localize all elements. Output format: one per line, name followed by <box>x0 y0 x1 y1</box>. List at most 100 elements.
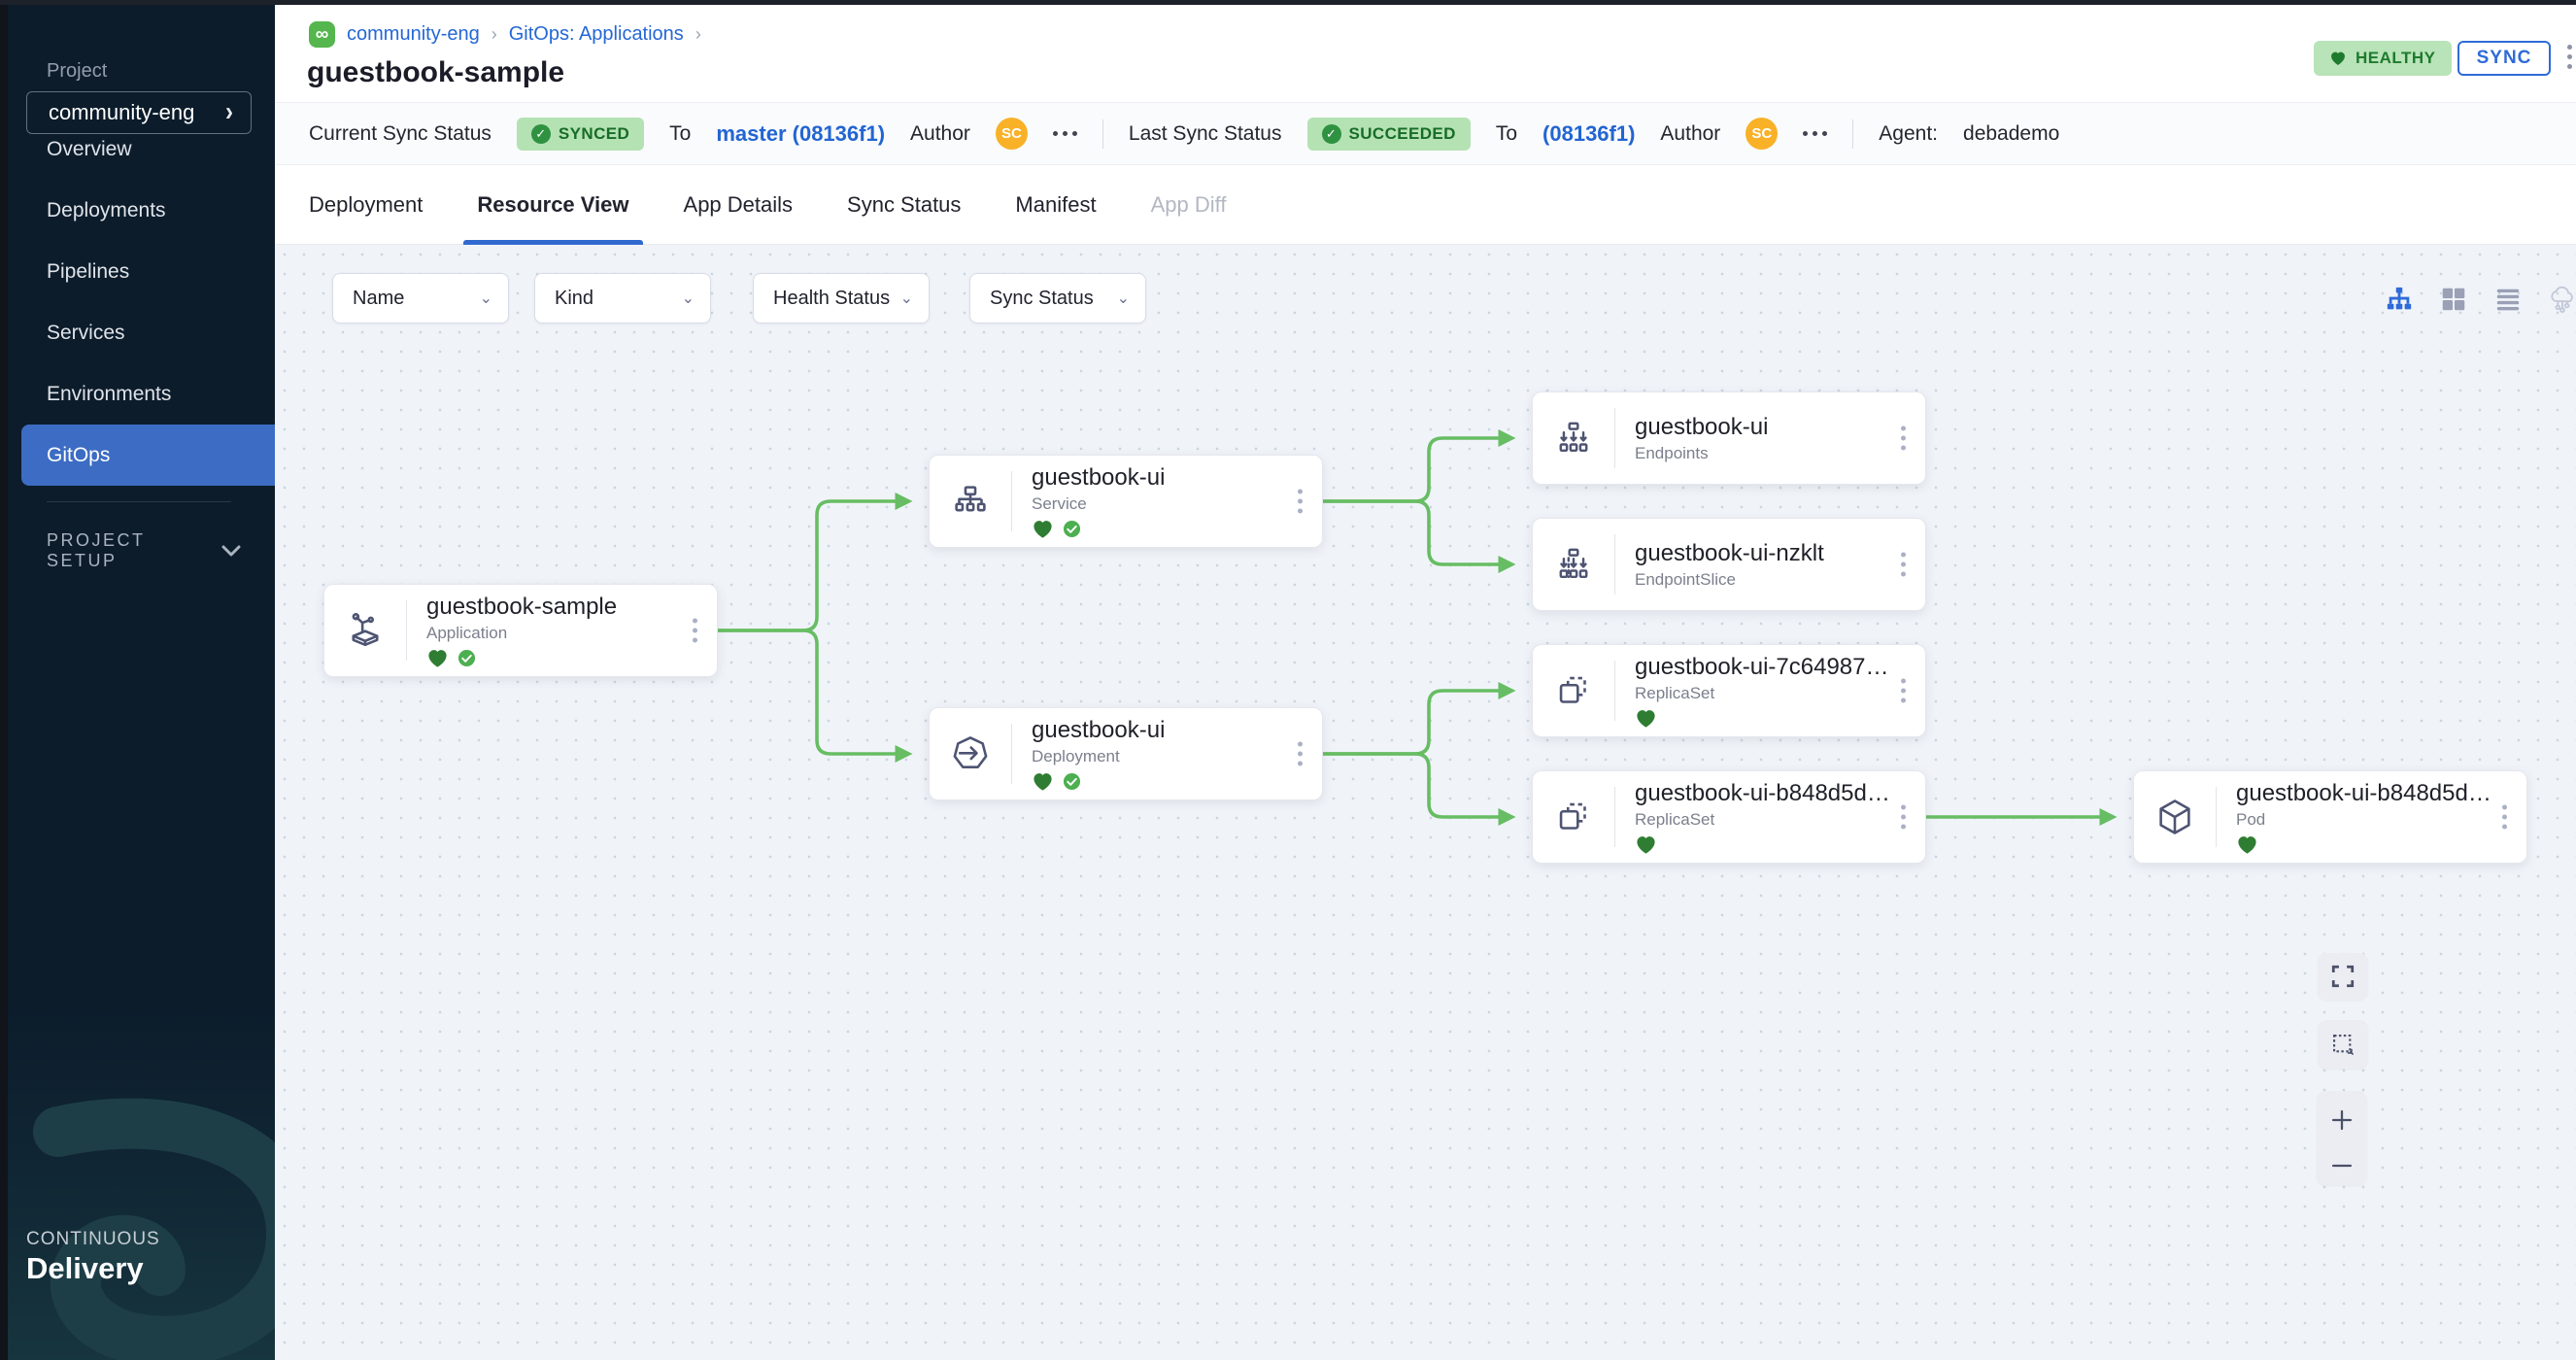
filter-sync-status[interactable]: Sync Status ⌄ <box>969 273 1146 323</box>
view-toggles <box>2385 285 2576 314</box>
node-replicaset-7c64987dc9[interactable]: guestbook-ui-7c64987dc9 ReplicaSet <box>1532 644 1926 737</box>
tab-sync-status[interactable]: Sync Status <box>847 166 961 245</box>
breadcrumb: ∞ community-eng › GitOps: Applications › <box>309 21 701 48</box>
sync-button[interactable]: SYNC <box>2457 41 2551 76</box>
tab-manifest[interactable]: Manifest <box>1015 166 1096 245</box>
node-menu-kebab[interactable] <box>1897 801 1910 833</box>
project-setup-toggle[interactable]: PROJECT SETUP <box>47 530 241 571</box>
sidebar-item-environments[interactable]: Environments <box>0 363 275 425</box>
node-menu-kebab[interactable] <box>1897 423 1910 455</box>
node-kind: Application <box>426 624 717 643</box>
list-view-icon[interactable] <box>2493 285 2523 314</box>
marquee-select-button[interactable] <box>2318 1020 2368 1069</box>
author-avatar[interactable]: SC <box>996 118 1028 150</box>
node-deployment[interactable]: guestbook-ui Deployment <box>929 707 1323 800</box>
sidebar-item-overview[interactable]: Overview <box>0 119 275 180</box>
zoom-controls <box>2317 1091 2367 1185</box>
tab-app-diff: App Diff <box>1151 166 1227 245</box>
tab-app-details[interactable]: App Details <box>684 166 794 245</box>
check-circle-icon: ✓ <box>1322 124 1341 144</box>
tab-resource-view[interactable]: Resource View <box>477 166 628 245</box>
chevron-down-icon: ⌄ <box>1117 289 1130 308</box>
sidebar-nav: Overview Deployments Pipelines Services … <box>0 119 275 486</box>
grid-view-icon[interactable] <box>2439 285 2468 314</box>
replicaset-icon <box>1533 668 1614 713</box>
chevron-down-icon <box>221 545 241 557</box>
node-application[interactable]: guestbook-sample Application <box>323 584 718 677</box>
synced-check-icon <box>1062 519 1082 539</box>
resource-graph-canvas[interactable]: Name ⌄ Kind ⌄ Health Status ⌄ Sync Statu… <box>275 245 2576 1360</box>
sidebar-item-gitops[interactable]: GitOps <box>21 425 275 486</box>
synced-check-icon <box>1062 771 1082 792</box>
health-status-badge[interactable]: HEALTHY <box>2314 41 2452 76</box>
breadcrumb-applications-link[interactable]: GitOps: Applications <box>509 23 684 46</box>
chevron-down-icon: ⌄ <box>480 289 492 308</box>
sidebar-divider <box>47 501 231 502</box>
node-pod[interactable]: guestbook-ui-b848d5d9... Pod <box>2133 770 2527 864</box>
node-service[interactable]: guestbook-ui Service <box>929 455 1323 548</box>
zoom-in-icon[interactable] <box>2329 1107 2355 1133</box>
node-title: guestbook-ui-b848d5d9... <box>2236 780 2526 807</box>
node-kind: Deployment <box>1032 747 1322 766</box>
current-sync-label: Current Sync Status <box>309 122 491 146</box>
agent-label: Agent: <box>1879 122 1938 146</box>
filter-health-status[interactable]: Health Status ⌄ <box>753 273 930 323</box>
healthy-heart-icon <box>1032 519 1054 539</box>
chevron-down-icon: ⌄ <box>900 289 913 308</box>
author-avatar[interactable]: SC <box>1746 118 1778 150</box>
sidebar-footer: CONTINUOUS Delivery <box>0 1137 275 1360</box>
node-endpoints[interactable]: guestbook-ui Endpoints <box>1532 391 1926 485</box>
node-replicaset-b848d5d9d[interactable]: guestbook-ui-b848d5d9d ReplicaSet <box>1532 770 1926 864</box>
window-left-edge <box>0 0 8 1360</box>
healthy-heart-icon <box>1635 708 1657 729</box>
node-menu-kebab[interactable] <box>1897 549 1910 581</box>
fit-to-screen-button[interactable] <box>2318 953 2368 1000</box>
node-menu-kebab[interactable] <box>689 615 701 647</box>
node-title: guestbook-sample <box>426 594 717 621</box>
breadcrumb-separator-icon: › <box>491 24 497 45</box>
footer-module-label: CONTINUOUS <box>26 1229 160 1250</box>
node-menu-kebab[interactable] <box>2498 801 2511 833</box>
sync-status-bar: Current Sync Status ✓ SYNCED To master (… <box>275 102 2576 165</box>
filter-name[interactable]: Name ⌄ <box>332 273 509 323</box>
application-icon <box>324 608 406 653</box>
endpointslice-icon <box>1533 542 1614 587</box>
node-endpointslice[interactable]: guestbook-ui-nzklt EndpointSlice <box>1532 518 1926 611</box>
current-revision-link[interactable]: master (08136f1) <box>716 121 885 147</box>
node-menu-kebab[interactable] <box>1294 486 1306 518</box>
endpoints-icon <box>1533 416 1614 460</box>
last-revision-link[interactable]: (08136f1) <box>1542 121 1635 147</box>
page-title: guestbook-sample <box>307 56 564 89</box>
divider <box>1102 119 1103 149</box>
node-title: guestbook-ui-7c64987dc9 <box>1635 654 1925 681</box>
node-kind: ReplicaSet <box>1635 810 1925 830</box>
node-title: guestbook-ui <box>1032 717 1322 744</box>
tab-deployment[interactable]: Deployment <box>309 166 423 245</box>
zoom-out-icon[interactable] <box>2329 1162 2355 1170</box>
healthy-heart-icon <box>1032 771 1054 792</box>
node-kind: Pod <box>2236 810 2526 830</box>
node-title: guestbook-ui-b848d5d9d <box>1635 780 1925 807</box>
app-menu-kebab-icon[interactable] <box>2567 45 2572 69</box>
tree-view-icon[interactable] <box>2385 285 2414 314</box>
more-options-icon[interactable] <box>1053 131 1077 136</box>
node-kind: EndpointSlice <box>1635 570 1925 590</box>
author-label: Author <box>910 122 970 146</box>
more-options-icon[interactable] <box>1803 131 1827 136</box>
breadcrumb-project-link[interactable]: community-eng <box>347 23 480 46</box>
healthy-heart-icon <box>426 648 449 668</box>
succeeded-badge: ✓ SUCCEEDED <box>1307 118 1471 151</box>
node-menu-kebab[interactable] <box>1294 738 1306 770</box>
sidebar-item-services[interactable]: Services <box>0 302 275 363</box>
node-menu-kebab[interactable] <box>1897 675 1910 707</box>
cloud-view-icon[interactable] <box>2548 285 2576 314</box>
heart-icon <box>2329 51 2347 66</box>
synced-badge: ✓ SYNCED <box>517 118 644 151</box>
check-circle-icon: ✓ <box>531 124 551 144</box>
filter-kind[interactable]: Kind ⌄ <box>534 273 711 323</box>
node-title: guestbook-ui-nzklt <box>1635 540 1925 567</box>
sidebar-item-deployments[interactable]: Deployments <box>0 180 275 241</box>
healthy-heart-icon <box>1635 834 1657 855</box>
sidebar-item-pipelines[interactable]: Pipelines <box>0 241 275 302</box>
author-label: Author <box>1660 122 1720 146</box>
